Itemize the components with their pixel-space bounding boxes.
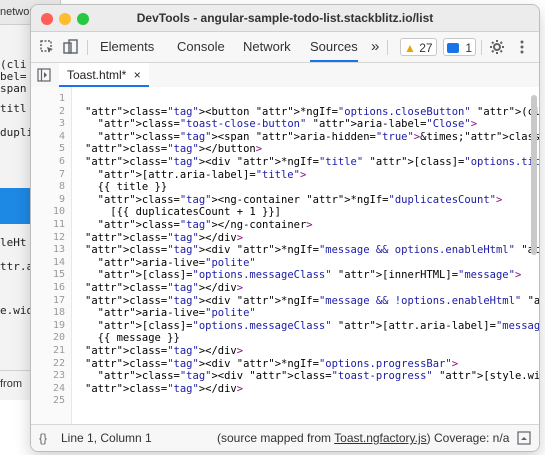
code-line[interactable]: "attr">class="tag"></div>	[85, 282, 243, 294]
cursor-position: Line 1, Column 1	[61, 431, 152, 445]
warnings-badge[interactable]: ▲ 27	[400, 38, 437, 56]
background-code-line: dupli	[0, 126, 34, 139]
messages-badge[interactable]: 1	[443, 38, 477, 56]
pretty-print-button[interactable]: {}	[39, 425, 47, 451]
device-toolbar-icon[interactable]	[63, 39, 79, 55]
line-number[interactable]: 14	[53, 257, 65, 268]
line-number[interactable]: 21	[53, 345, 65, 356]
line-number[interactable]: 3	[59, 118, 65, 129]
line-number[interactable]: 20	[53, 332, 65, 343]
source-map-info: (source mapped from Toast.ngfactory.js) …	[217, 425, 509, 451]
tab-network[interactable]: Network	[243, 32, 291, 62]
code-line[interactable]: "attr">aria-live="polite"	[85, 307, 256, 319]
toolbar-divider	[87, 40, 88, 55]
code-line[interactable]: [{{ duplicatesCount + 1 }}]	[85, 206, 281, 218]
line-number[interactable]: 7	[59, 169, 65, 180]
line-number[interactable]: 8	[59, 181, 65, 192]
code-line[interactable]: "attr">class="tag"><span "attr">aria-hid…	[85, 131, 539, 143]
code-line[interactable]: "attr">[class]="options.messageClass" "a…	[85, 320, 539, 332]
line-number[interactable]: 16	[53, 282, 65, 293]
background-status-text: from	[0, 378, 22, 390]
code-line[interactable]: "attr">class="tag"></ng-container>	[85, 219, 313, 231]
inspect-element-icon[interactable]	[39, 39, 55, 55]
warning-icon: ▲	[404, 41, 416, 55]
code-line[interactable]: "attr">[class]="options.messageClass" "a…	[85, 269, 522, 281]
window-title: DevTools - angular-sample-todo-list.stac…	[136, 11, 434, 25]
code-line[interactable]: "attr">class="tag"><ng-container "attr">…	[85, 194, 503, 206]
more-tabs-button[interactable]: »	[371, 32, 379, 62]
code-line[interactable]: "attr">class="tag"><button "attr">*ngIf=…	[85, 106, 539, 118]
code-line[interactable]: "attr">class="tag"></div>	[85, 383, 243, 395]
editor-scrollbar[interactable]	[531, 95, 537, 255]
tab-elements[interactable]: Elements	[100, 32, 154, 62]
line-number[interactable]: 1	[59, 93, 65, 104]
code-line[interactable]: "attr">class="tag"></div>	[85, 232, 243, 244]
line-number[interactable]: 15	[53, 269, 65, 280]
devtools-toolbar: Elements Console Network Sources » ▲ 27 …	[31, 32, 539, 63]
line-number[interactable]: 17	[53, 295, 65, 306]
source-map-prefix: (source mapped from	[217, 431, 335, 445]
background-code-line: e.wid	[0, 304, 34, 317]
line-number[interactable]: 4	[59, 131, 65, 142]
code-line[interactable]: "attr">class="tag"><div "attr">*ngIf="op…	[85, 358, 458, 370]
message-icon	[447, 43, 459, 53]
line-number[interactable]: 25	[53, 395, 65, 406]
line-number[interactable]: 23	[53, 370, 65, 381]
toolbar-divider	[387, 40, 388, 55]
more-options-icon[interactable]	[514, 39, 530, 55]
title-bar: DevTools - angular-sample-todo-list.stac…	[31, 5, 539, 32]
toggle-drawer-icon[interactable]	[517, 431, 531, 445]
file-tab-label: Toast.html*	[67, 68, 127, 82]
code-line[interactable]: "attr">class="tag"><div "attr">*ngIf="ti…	[85, 156, 539, 168]
code-line[interactable]: "attr">class="tag"></div>	[85, 345, 243, 357]
line-number-gutter: 1 2 3 4 5 6 7 8 9 10 11 12 13 14 15 16 17 18 19 20 21 22 23 24 2…	[31, 87, 72, 425]
code-line[interactable]: "attr">class="tag"></button>	[85, 143, 262, 155]
line-number[interactable]: 9	[59, 194, 65, 205]
line-number[interactable]: 22	[53, 358, 65, 369]
tab-sources[interactable]: Sources	[310, 32, 358, 62]
code-line[interactable]: "attr">aria-live="polite"	[85, 257, 256, 269]
line-number[interactable]: 10	[53, 206, 65, 217]
line-number[interactable]: 19	[53, 320, 65, 331]
tab-console[interactable]: Console	[177, 32, 225, 62]
line-number[interactable]: 2	[59, 106, 65, 117]
file-tab-toast[interactable]: Toast.html* ×	[59, 63, 149, 87]
code-line[interactable]: "attr">class="toast-close-button" "attr"…	[85, 118, 477, 130]
line-number[interactable]: 6	[59, 156, 65, 167]
code-line[interactable]: {{ message }}	[85, 332, 180, 344]
code-line[interactable]: "attr">class="tag"><div "attr">*ngIf="me…	[85, 295, 539, 307]
warnings-count: 27	[419, 41, 433, 55]
source-map-file-link[interactable]: Toast.ngfactory.js	[334, 431, 426, 445]
background-code-line: ttr.a	[0, 260, 34, 273]
code-line[interactable]: "attr">[attr.aria-label]="title">	[85, 169, 307, 181]
status-bar: {} Line 1, Column 1 (source mapped from …	[31, 424, 539, 451]
settings-gear-icon[interactable]	[489, 39, 505, 55]
line-number[interactable]: 11	[53, 219, 65, 230]
devtools-window: DevTools - angular-sample-todo-list.stac…	[30, 4, 540, 452]
line-number[interactable]: 12	[53, 232, 65, 243]
code-line[interactable]: "attr">class="tag"><div "attr">class="to…	[85, 370, 539, 382]
messages-count: 1	[465, 41, 473, 55]
line-number[interactable]: 5	[59, 143, 65, 154]
background-code-line: titl	[0, 102, 27, 115]
coverage-info: ) Coverage: n/a	[426, 431, 510, 445]
code-line[interactable]: {{ title }}	[85, 181, 168, 193]
code-line[interactable]: "attr">class="tag"><div "attr">*ngIf="me…	[85, 244, 539, 256]
line-number[interactable]: 13	[53, 244, 65, 255]
line-number[interactable]: 18	[53, 307, 65, 318]
file-tab-close-icon[interactable]: ×	[134, 68, 141, 82]
line-number[interactable]: 24	[53, 383, 65, 394]
toggle-navigator-icon[interactable]	[37, 68, 51, 82]
toolbar-divider	[481, 40, 482, 55]
code-editor[interactable]: 1 2 3 4 5 6 7 8 9 10 11 12 13 14 15 16 17 18 19 20 21 22 23 24 2…	[31, 87, 539, 425]
background-code-line: span	[0, 82, 27, 95]
file-tab-bar: Toast.html* ×	[31, 63, 539, 88]
